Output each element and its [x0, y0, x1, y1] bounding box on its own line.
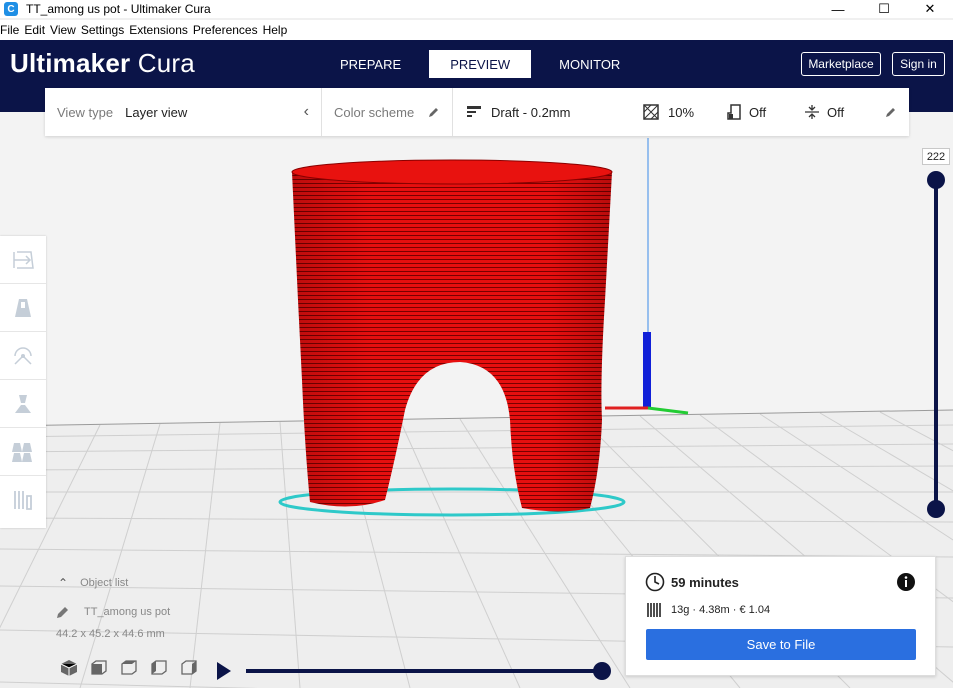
- top-view-icon[interactable]: [118, 658, 140, 678]
- right-view-icon[interactable]: [178, 658, 200, 678]
- logo-brand: Ultimaker: [10, 48, 131, 78]
- adhesion-value: Off: [827, 105, 845, 120]
- left-toolbar: [0, 236, 46, 528]
- tab-preview[interactable]: PREVIEW: [429, 50, 532, 78]
- clock-icon: [645, 572, 665, 592]
- infill-icon: [643, 104, 659, 120]
- left-view-icon[interactable]: [148, 658, 170, 678]
- print-settings-selector[interactable]: Draft - 0.2mm 10% Off Off: [453, 88, 909, 136]
- object-list-panel: ⌃ Object list TT_among us pot 44.2 x 45.…: [56, 574, 296, 640]
- sign-in-button[interactable]: Sign in: [892, 52, 945, 76]
- profile-icon: [467, 106, 481, 117]
- object-list-toggle[interactable]: ⌃ Object list: [56, 574, 296, 592]
- infill-value: 10%: [668, 105, 695, 120]
- layer-number-input[interactable]: 222: [922, 148, 950, 165]
- view-type-selector[interactable]: View type Layer view ‹: [45, 88, 321, 136]
- object-dimensions: 44.2 x 45.2 x 44.6 mm: [56, 628, 165, 640]
- info-icon[interactable]: [896, 572, 916, 592]
- path-slider-handle[interactable]: [593, 662, 611, 680]
- tab-monitor[interactable]: MONITOR: [541, 50, 638, 78]
- camera-view-buttons: [58, 658, 200, 678]
- rotate-icon: [14, 346, 32, 365]
- layer-slider-upper-handle[interactable]: [927, 171, 945, 189]
- mirror-tool-button[interactable]: [0, 380, 46, 428]
- adhesion-icon: [805, 105, 819, 119]
- mirror-icon: [15, 394, 31, 413]
- marketplace-button[interactable]: Marketplace: [801, 52, 881, 76]
- support-value: Off: [749, 105, 767, 120]
- tab-prepare[interactable]: PREPARE: [322, 50, 419, 78]
- minimize-button[interactable]: —: [815, 0, 861, 18]
- per-model-settings-icon: [12, 442, 32, 462]
- layer-slider[interactable]: [921, 168, 951, 518]
- material-usage: 13g · 4.38m · € 1.04: [671, 604, 771, 616]
- scale-icon: [15, 298, 31, 317]
- rotate-tool-button[interactable]: [0, 332, 46, 380]
- print-info-panel: 59 minutes 13g · 4.38m · € 1.04 Save to …: [625, 556, 936, 676]
- view-type-label: View type: [57, 104, 114, 120]
- maximize-button[interactable]: ☐: [861, 0, 907, 18]
- menu-view[interactable]: View: [50, 23, 79, 37]
- view-settings-bar: View type Layer view ‹ Color scheme Draf…: [45, 88, 909, 136]
- support-icon: [727, 104, 741, 120]
- stage-tabs: PREPARE PREVIEW MONITOR: [322, 50, 638, 78]
- pencil-icon[interactable]: [885, 106, 897, 118]
- app-logo: Ultimaker Cura: [10, 48, 195, 79]
- pencil-icon[interactable]: [428, 106, 440, 118]
- menu-settings[interactable]: Settings: [81, 23, 127, 37]
- window-titlebar: C TT_among us pot - Ultimaker Cura — ☐ ✕: [0, 0, 953, 18]
- view-type-value: Layer view: [125, 104, 188, 120]
- pencil-icon[interactable]: [56, 605, 70, 619]
- y-axis-marker: [647, 406, 689, 415]
- menu-bar: File Edit View Settings Extensions Prefe…: [0, 20, 953, 40]
- chevron-left-icon[interactable]: ‹: [304, 103, 309, 121]
- color-scheme-label: Color scheme: [334, 104, 415, 120]
- layer-slider-lower-handle[interactable]: [927, 500, 945, 518]
- close-button[interactable]: ✕: [907, 0, 953, 18]
- save-to-file-button[interactable]: Save to File: [646, 629, 916, 660]
- window-controls: — ☐ ✕: [815, 0, 953, 18]
- support-blocker-button[interactable]: [0, 476, 46, 524]
- window-title: TT_among us pot - Ultimaker Cura: [26, 2, 211, 16]
- logo-product: Cura: [137, 48, 195, 78]
- object-list-header: Object list: [80, 577, 129, 589]
- simulation-bar: [217, 662, 611, 680]
- filament-icon: [647, 603, 661, 617]
- support-blocker-icon: [14, 491, 32, 510]
- menu-edit[interactable]: Edit: [24, 23, 48, 37]
- path-slider-track[interactable]: [246, 669, 602, 673]
- move-icon: [13, 250, 34, 269]
- 3d-view-icon[interactable]: [58, 658, 80, 678]
- menu-preferences[interactable]: Preferences: [193, 23, 261, 37]
- color-scheme-selector[interactable]: Color scheme: [322, 88, 452, 136]
- menu-file[interactable]: File: [0, 23, 22, 37]
- chevron-up-icon: ⌃: [58, 576, 69, 590]
- print-time: 59 minutes: [671, 575, 739, 590]
- play-icon[interactable]: [217, 662, 231, 680]
- menu-help[interactable]: Help: [263, 23, 291, 37]
- scale-tool-button[interactable]: [0, 284, 46, 332]
- cura-app-icon: C: [4, 2, 18, 16]
- z-axis-marker: [643, 332, 651, 408]
- profile-value: Draft - 0.2mm: [491, 104, 571, 120]
- menu-extensions[interactable]: Extensions: [129, 23, 191, 37]
- move-tool-button[interactable]: [0, 236, 46, 284]
- per-model-settings-button[interactable]: [0, 428, 46, 476]
- object-name: TT_among us pot: [84, 606, 171, 618]
- front-view-icon[interactable]: [88, 658, 110, 678]
